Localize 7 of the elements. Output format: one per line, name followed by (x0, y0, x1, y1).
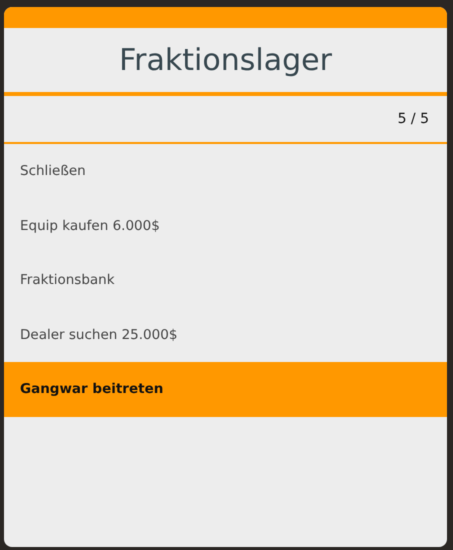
menu-item[interactable]: Schließen (4, 144, 447, 198)
menu-title: Fraktionslager (4, 28, 447, 96)
menu-item[interactable]: Dealer suchen 25.000$ (4, 308, 447, 362)
item-counter: 5 / 5 (398, 111, 429, 127)
menu-item[interactable]: Equip kaufen 6.000$ (4, 198, 447, 253)
menu-item[interactable]: Fraktionsbank (4, 253, 447, 308)
menu-item[interactable]: Gangwar beitreten (4, 362, 447, 416)
